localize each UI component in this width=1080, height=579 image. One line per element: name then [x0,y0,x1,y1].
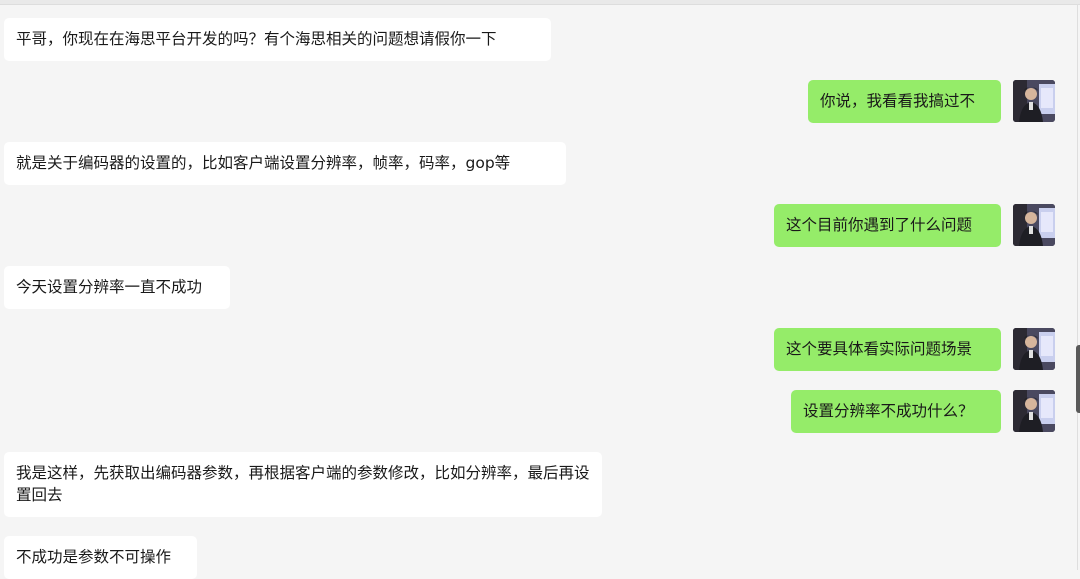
message-bubble-outgoing[interactable]: 设置分辨率不成功什么？ [791,390,1001,433]
user-avatar-icon[interactable] [1013,204,1055,246]
message-bubble-incoming[interactable]: 不成功是参数不可操作 [4,536,197,579]
user-avatar-icon[interactable] [1013,80,1055,122]
message-bubble-incoming[interactable]: 我是这样，先获取出编码器参数，再根据客户端的参数修改，比如分辨率，最后再设置回去 [4,452,602,517]
message-bubble-outgoing[interactable]: 你说，我看看我搞过不 [808,80,1001,123]
user-avatar-icon[interactable] [1013,390,1055,432]
scrollbar-handle[interactable] [1076,345,1080,413]
message-bubble-incoming[interactable]: 平哥，你现在在海思平台开发的吗？有个海思相关的问题想请假你一下 [4,18,551,61]
user-avatar-icon[interactable] [1013,328,1055,370]
window-top-border [0,0,1080,5]
panel-divider [1077,4,1078,570]
message-bubble-incoming[interactable]: 今天设置分辨率一直不成功 [4,266,230,309]
message-bubble-incoming[interactable]: 就是关于编码器的设置的，比如客户端设置分辨率，帧率，码率，gop等 [4,142,566,185]
message-bubble-outgoing[interactable]: 这个目前你遇到了什么问题 [774,204,1001,247]
message-bubble-outgoing[interactable]: 这个要具体看实际问题场景 [774,328,1001,371]
